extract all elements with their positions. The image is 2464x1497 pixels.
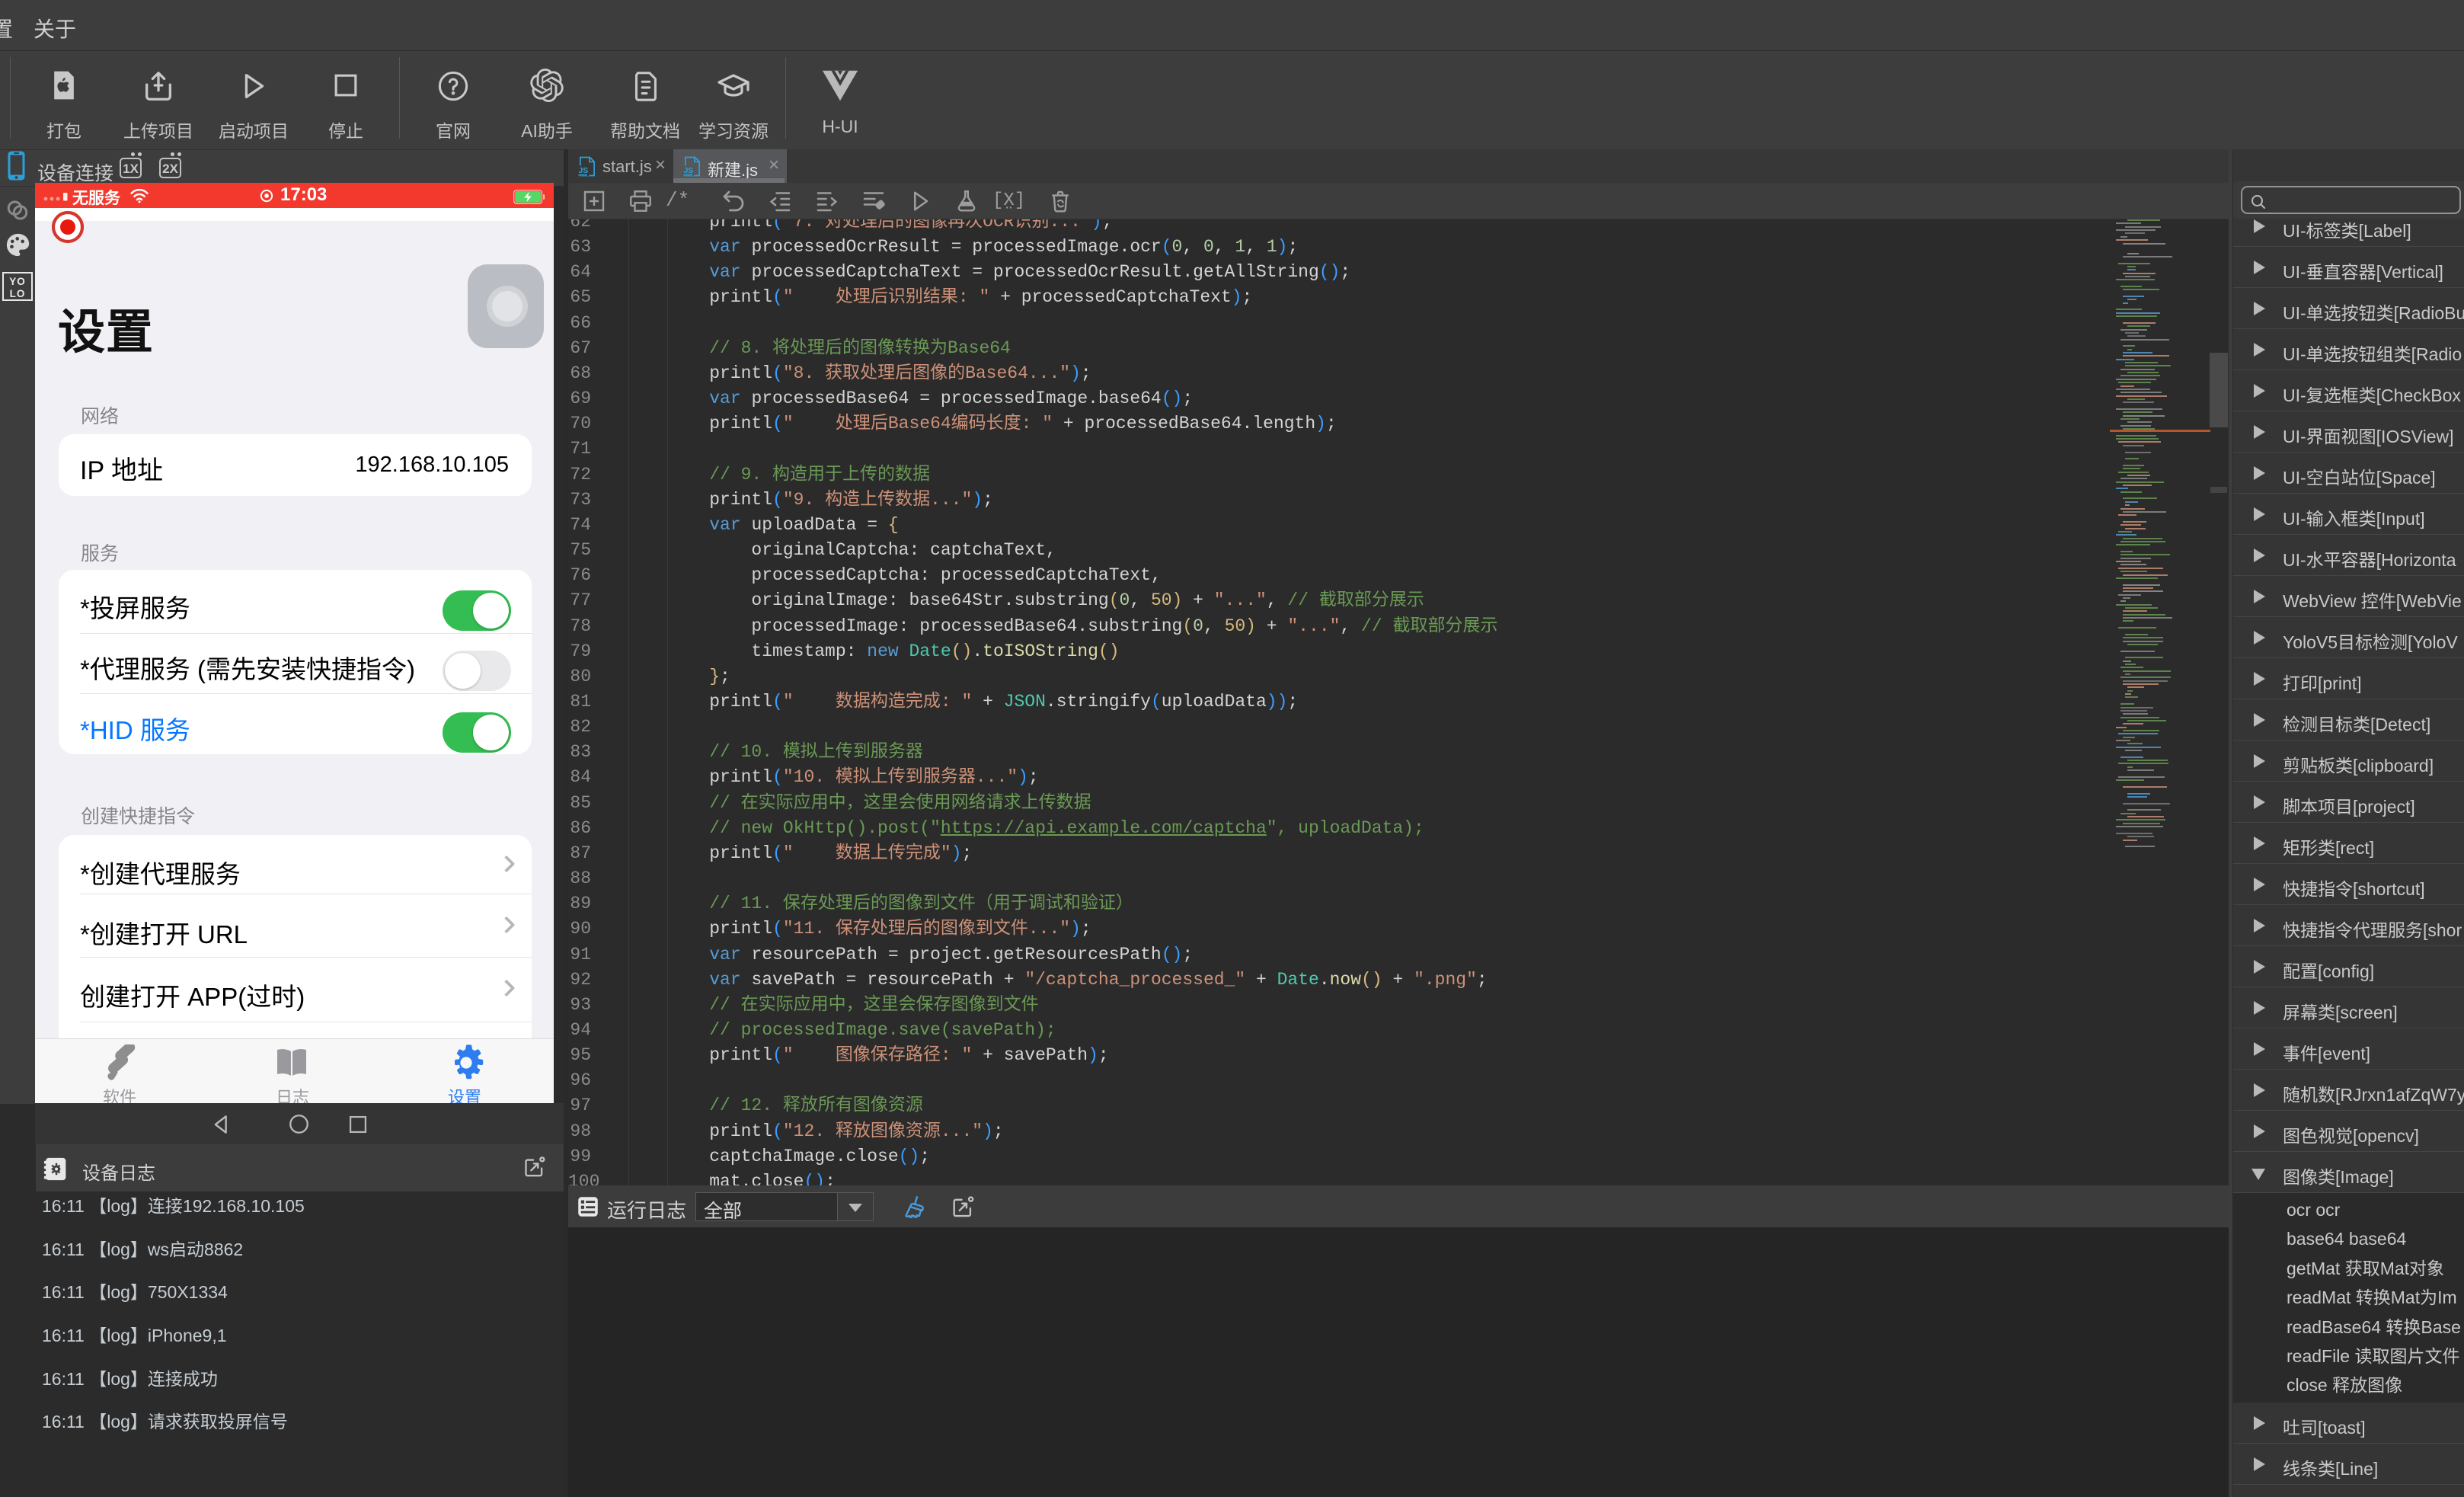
svg-text:JS: JS [578,166,588,175]
svg-text:JS: JS [683,166,693,175]
